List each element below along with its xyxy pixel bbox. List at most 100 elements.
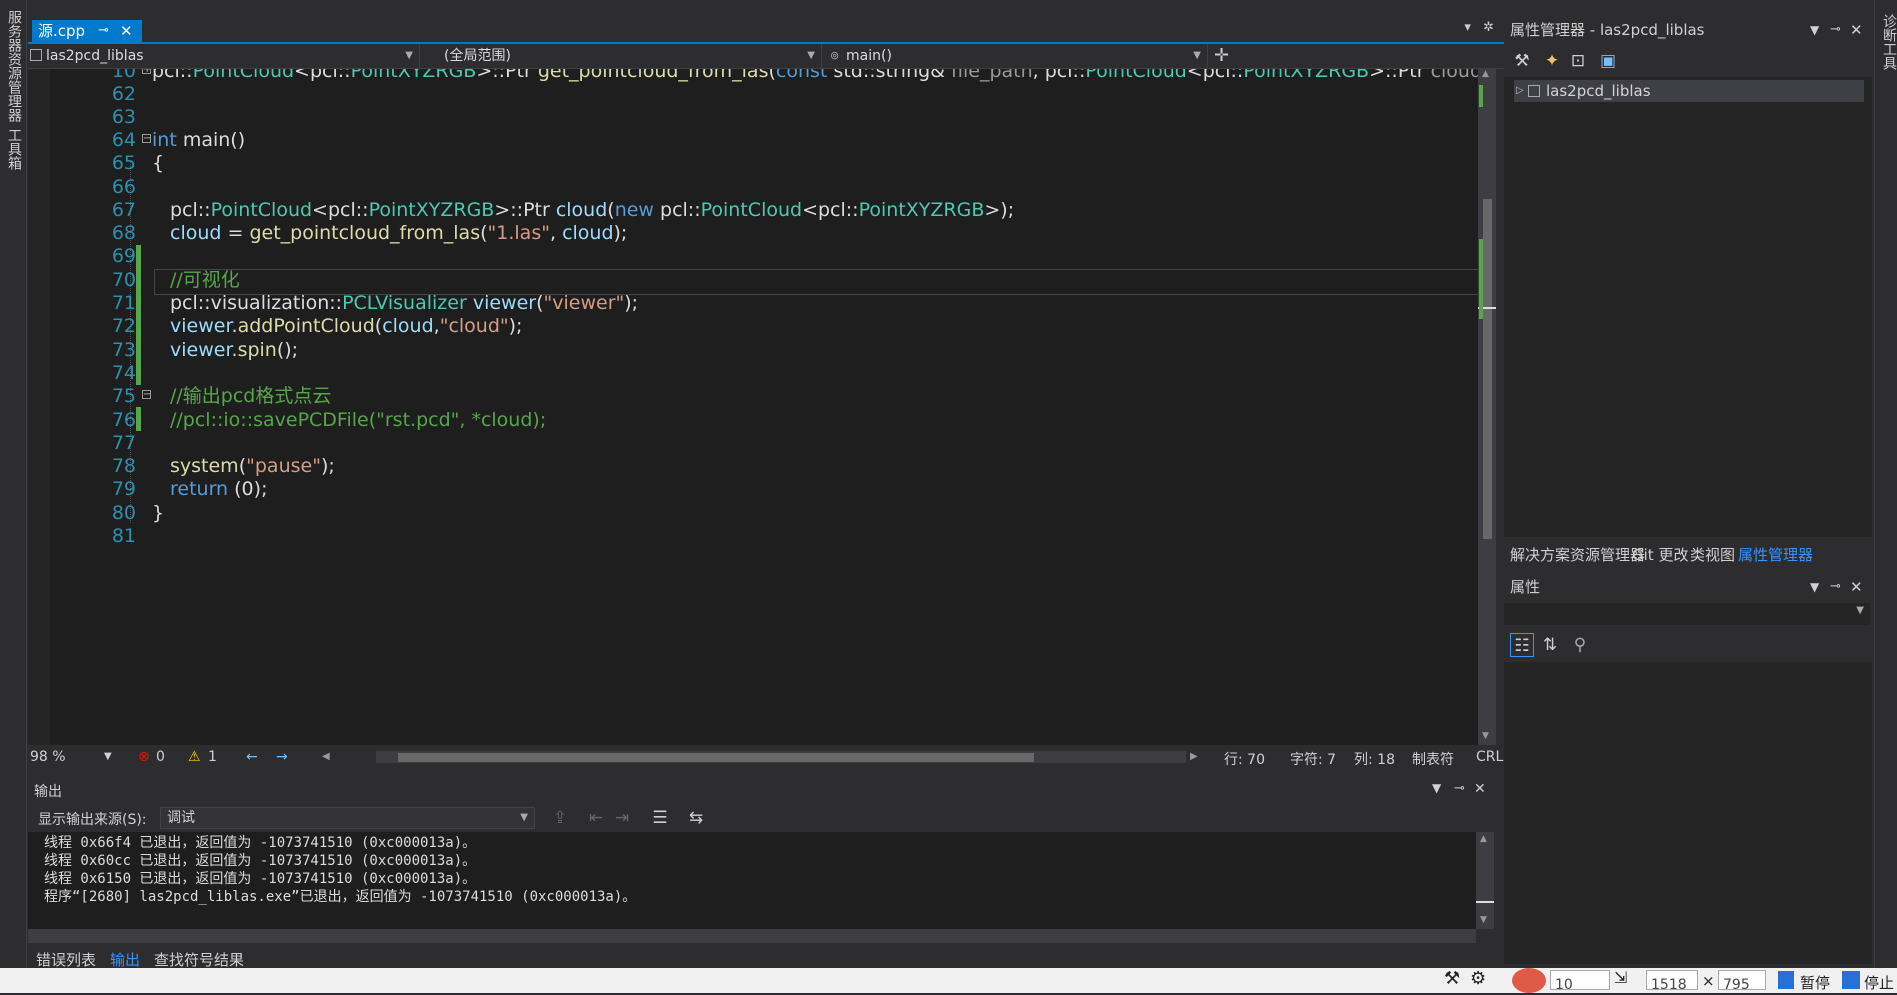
- pin-icon[interactable]: ⊸: [98, 20, 109, 42]
- output-line: 线程 0x6150 已退出，返回值为 -1073741510 (0xc00001…: [44, 871, 477, 887]
- tab-git-changes[interactable]: Git 更改: [1632, 544, 1688, 565]
- collapse-icon[interactable]: −: [142, 134, 151, 144]
- change-marker: [1479, 85, 1483, 107]
- char-indicator: 字符: 7: [1290, 752, 1337, 768]
- indent-mode[interactable]: 制表符: [1412, 749, 1454, 769]
- scrollbar-thumb[interactable]: [398, 753, 1034, 762]
- zoom-level[interactable]: 98 %: [30, 749, 66, 765]
- scroll-left-icon[interactable]: ◀: [322, 751, 330, 762]
- previous-message-icon[interactable]: ⇤: [584, 806, 608, 830]
- split-icon[interactable]: ✛: [1214, 44, 1229, 68]
- scope-dropdown[interactable]: (全局范围) ▼: [422, 44, 822, 68]
- tab-source-cpp[interactable]: 源.cpp ⊸ ✕: [32, 20, 142, 42]
- alphabetical-icon[interactable]: ⇅: [1538, 633, 1562, 657]
- scrollbar-thumb[interactable]: [1483, 199, 1492, 539]
- tab-class-view[interactable]: 类视图: [1690, 544, 1735, 565]
- output-line: 线程 0x66f4 已退出，返回值为 -1073741510 (0xc00001…: [44, 835, 477, 851]
- chevron-down-icon[interactable]: ▼: [1810, 18, 1819, 42]
- chevron-down-icon[interactable]: ▾: [1464, 20, 1471, 35]
- properties-object-select[interactable]: ▼: [1504, 603, 1870, 625]
- column-indicator: 列: 18: [1354, 752, 1395, 768]
- scope-name: (全局范围): [444, 48, 511, 64]
- pin-icon[interactable]: ⊸: [1454, 781, 1465, 796]
- chevron-down-icon[interactable]: ▼: [104, 751, 112, 762]
- tab-output[interactable]: 输出: [110, 949, 140, 970]
- properties-grid: [1504, 662, 1872, 964]
- gear-icon[interactable]: ⚙: [1470, 968, 1486, 989]
- bottom-panel-tabs: 错误列表 输出 查找符号结果: [28, 945, 1494, 969]
- output-source-select[interactable]: 调试 ▼: [160, 807, 535, 829]
- new-property-sheet-icon[interactable]: ⊡: [1566, 49, 1590, 73]
- member-dropdown[interactable]: ⊚ main() ▼: [824, 44, 1208, 68]
- output-horizontal-scrollbar[interactable]: [28, 929, 1476, 943]
- tab-solution-explorer[interactable]: 解决方案资源管理器: [1510, 544, 1645, 565]
- close-icon[interactable]: ✕: [120, 20, 133, 42]
- record-icon[interactable]: [1512, 968, 1546, 993]
- code-editor[interactable]: 10 62 63 64 65 66 67 68 69 70 71 72 73 7…: [28, 69, 1494, 745]
- tab-error-list[interactable]: 错误列表: [36, 949, 96, 970]
- collapse-icon[interactable]: −: [142, 390, 151, 400]
- project-icon: [30, 49, 42, 61]
- scroll-down-icon[interactable]: ▼: [1482, 731, 1489, 741]
- value-field[interactable]: 10: [1550, 970, 1610, 993]
- property-pages-icon[interactable]: ⚲: [1568, 633, 1592, 657]
- warning-count[interactable]: 1: [208, 749, 217, 765]
- wrench-icon[interactable]: ⚒: [1510, 49, 1534, 73]
- function-icon: ⊚: [830, 49, 840, 62]
- arrow-left-icon[interactable]: ←: [246, 749, 258, 765]
- close-icon[interactable]: ✕: [1474, 781, 1486, 797]
- editor-vertical-scrollbar[interactable]: ▲ ▼: [1478, 69, 1496, 745]
- toolbox-tab[interactable]: 工具箱: [4, 128, 24, 170]
- scroll-down-icon[interactable]: ▼: [1480, 915, 1487, 925]
- close-icon[interactable]: ✕: [1850, 18, 1863, 42]
- pin-icon[interactable]: ⊸: [1830, 18, 1841, 42]
- chevron-down-icon[interactable]: ▼: [1432, 781, 1441, 795]
- height-field[interactable]: 795: [1718, 970, 1766, 993]
- bottom-strip: ⚒ ⚙ 10 ⇲ 1518 × 795 暂停 停止: [0, 968, 1897, 993]
- tab-find-symbol-results[interactable]: 查找符号结果: [154, 949, 244, 970]
- error-count[interactable]: 0: [156, 749, 165, 765]
- scroll-up-icon[interactable]: ▲: [1480, 834, 1487, 844]
- gear-icon[interactable]: ✲: [1483, 20, 1494, 35]
- tab-overflow-icons: ▾ ✲: [1464, 20, 1494, 35]
- clear-all-icon[interactable]: ☰: [648, 806, 672, 830]
- navigation-bar: las2pcd_liblas ▼ (全局范围) ▼ ⊚ main() ▼ ✛: [28, 44, 1504, 69]
- find-message-icon[interactable]: ⇪: [548, 806, 572, 830]
- diagnostic-tools-tab[interactable]: 诊断工具: [1879, 14, 1897, 70]
- save-icon[interactable]: ▣: [1596, 49, 1620, 73]
- code-text-line-10: pcl::PointCloud<pcl::PointXYZRGB>::Ptr g…: [152, 69, 1489, 82]
- error-icon: ⊗: [138, 749, 150, 765]
- word-wrap-icon[interactable]: ⇆: [684, 806, 708, 830]
- output-vertical-scrollbar[interactable]: ▲ ▼: [1476, 832, 1494, 929]
- tool-icon[interactable]: ⚒: [1444, 968, 1460, 989]
- scroll-up-icon[interactable]: ▲: [1482, 69, 1489, 79]
- project-dropdown[interactable]: las2pcd_liblas ▼: [28, 44, 420, 68]
- arrow-right-icon[interactable]: →: [276, 749, 288, 765]
- next-message-icon[interactable]: ⇥: [610, 806, 634, 830]
- chevron-down-icon[interactable]: ▼: [1810, 575, 1819, 599]
- change-marker: [1479, 239, 1483, 319]
- code-text-line-64: int main(): [152, 129, 246, 151]
- tab-property-manager[interactable]: 属性管理器: [1738, 544, 1813, 565]
- pin-icon[interactable]: ⊸: [1830, 575, 1841, 599]
- expand-arrow-icon[interactable]: ▷: [1516, 80, 1524, 102]
- add-property-sheet-icon[interactable]: ✦: [1540, 49, 1564, 73]
- property-manager-toolbar: ⚒ ✦ ⊡ ▣: [1504, 46, 1872, 76]
- output-text-area[interactable]: 线程 0x66f4 已退出，返回值为 -1073741510 (0xc00001…: [28, 832, 1476, 929]
- editor-horizontal-scrollbar[interactable]: [376, 751, 1186, 763]
- width-field[interactable]: 1518: [1646, 970, 1698, 993]
- server-explorer-tab[interactable]: 服务器资源管理器: [4, 10, 24, 122]
- tree-item-project[interactable]: ▷ las2pcd_liblas: [1514, 80, 1864, 102]
- chevron-down-icon: ▼: [1193, 50, 1201, 61]
- output-line: 程序“[2680] las2pcd_liblas.exe”已退出，返回值为 -1…: [44, 889, 637, 905]
- pause-button[interactable]: 暂停: [1800, 972, 1830, 993]
- pause-icon: [1778, 971, 1794, 989]
- stop-button[interactable]: 停止: [1864, 972, 1894, 993]
- resize-icon[interactable]: ⇲: [1614, 968, 1627, 987]
- categorized-icon[interactable]: ☷: [1510, 633, 1534, 657]
- code-text-line-76: //pcl::io::savePCDFile("rst.pcd", *cloud…: [170, 409, 547, 431]
- close-icon[interactable]: ✕: [1850, 575, 1863, 599]
- expand-icon[interactable]: +: [142, 69, 151, 75]
- scroll-right-icon[interactable]: ▶: [1190, 751, 1198, 762]
- member-name: main(): [846, 48, 892, 64]
